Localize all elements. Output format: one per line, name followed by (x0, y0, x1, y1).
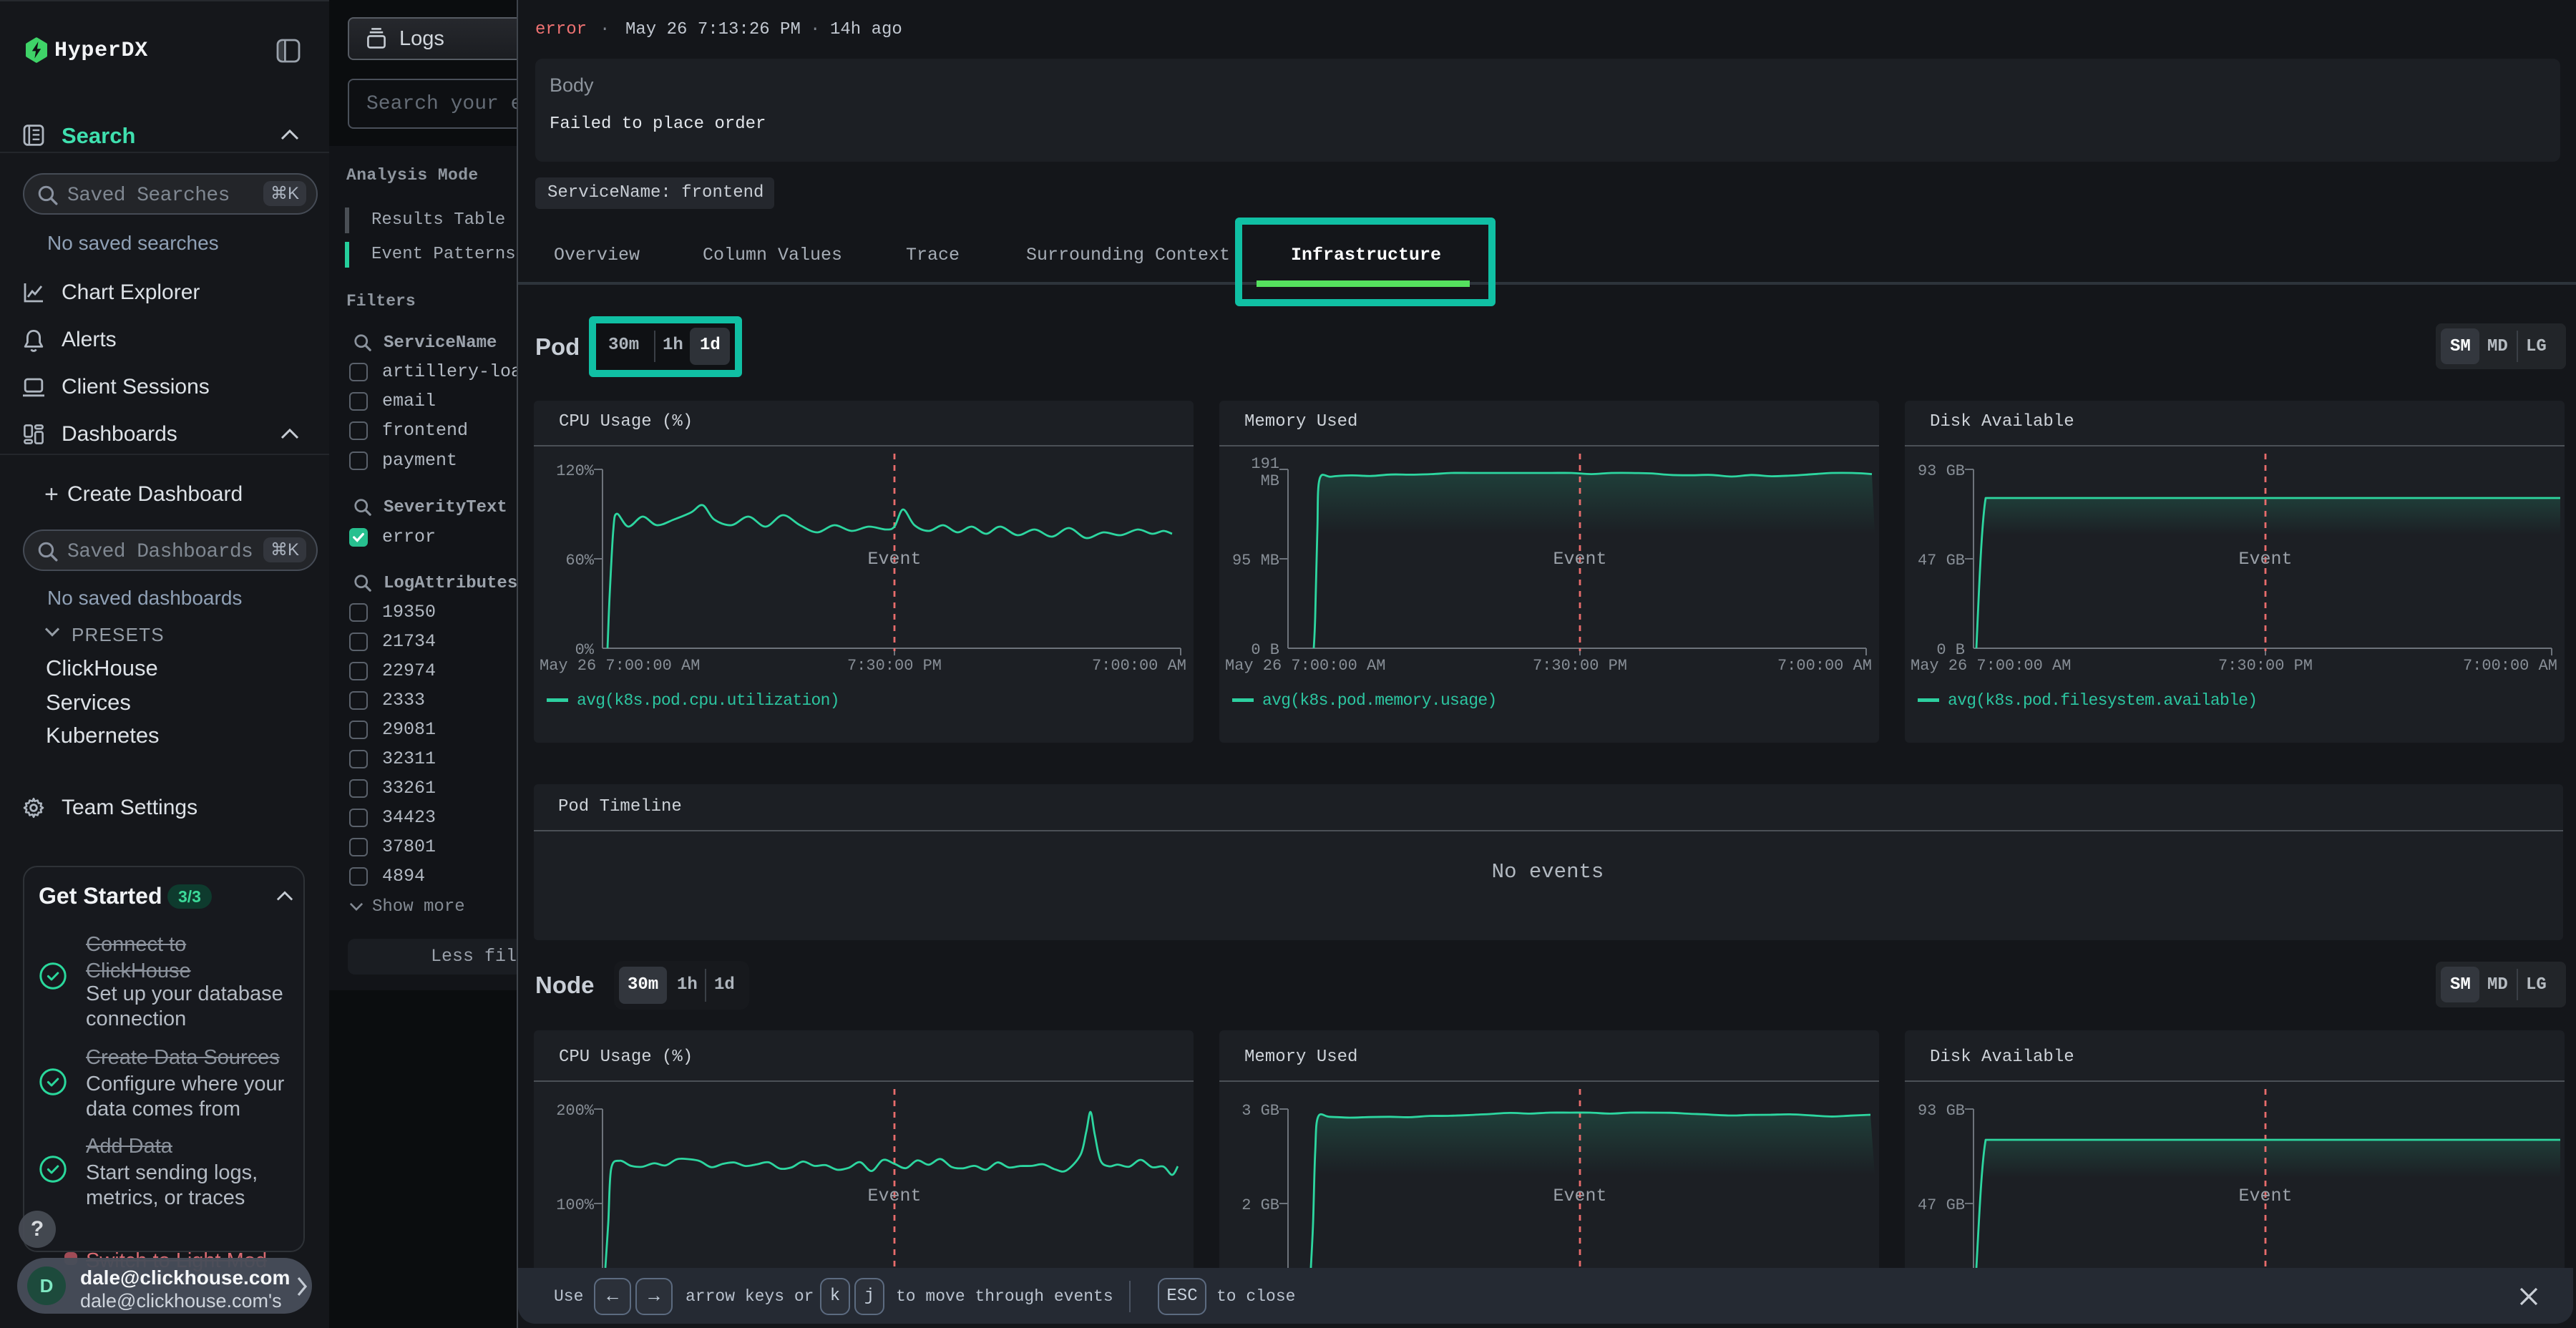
svg-text:Event: Event (2238, 549, 2292, 570)
svg-text:Event: Event (1553, 549, 1606, 570)
svg-text:7:30:00 PM: 7:30:00 PM (847, 657, 942, 675)
svg-text:7:30:00 PM: 7:30:00 PM (1533, 657, 1627, 675)
svg-text:May 26 7:00:00 AM: May 26 7:00:00 AM (1911, 657, 2071, 675)
svg-text:191: 191 (1251, 455, 1279, 473)
svg-text:60%: 60% (565, 552, 594, 570)
svg-text:2 GB: 2 GB (1241, 1196, 1279, 1214)
svg-text:93 GB: 93 GB (1918, 1102, 1965, 1120)
svg-text:200%: 200% (556, 1102, 595, 1120)
svg-text:47 GB: 47 GB (1918, 552, 1965, 570)
svg-text:47 GB: 47 GB (1918, 1196, 1965, 1214)
svg-text:May 26 7:00:00 AM: May 26 7:00:00 AM (1225, 657, 1385, 675)
svg-text:Event: Event (867, 549, 921, 570)
svg-text:7:30:00 PM: 7:30:00 PM (2218, 657, 2313, 675)
svg-text:May 26 7:00:00 AM: May 26 7:00:00 AM (540, 657, 700, 675)
svg-text:Event: Event (1553, 1186, 1606, 1206)
svg-text:3 GB: 3 GB (1241, 1102, 1279, 1120)
svg-text:95 MB: 95 MB (1232, 552, 1279, 570)
svg-text:120%: 120% (556, 462, 595, 480)
svg-text:7:00:00 AM: 7:00:00 AM (1092, 657, 1186, 675)
svg-text:7:00:00 AM: 7:00:00 AM (2463, 657, 2557, 675)
svg-text:MB: MB (1261, 472, 1279, 490)
svg-text:Event: Event (867, 1186, 921, 1206)
svg-text:Event: Event (2238, 1186, 2292, 1206)
svg-text:7:00:00 AM: 7:00:00 AM (1777, 657, 1872, 675)
svg-text:100%: 100% (556, 1196, 595, 1214)
svg-text:93 GB: 93 GB (1918, 462, 1965, 480)
